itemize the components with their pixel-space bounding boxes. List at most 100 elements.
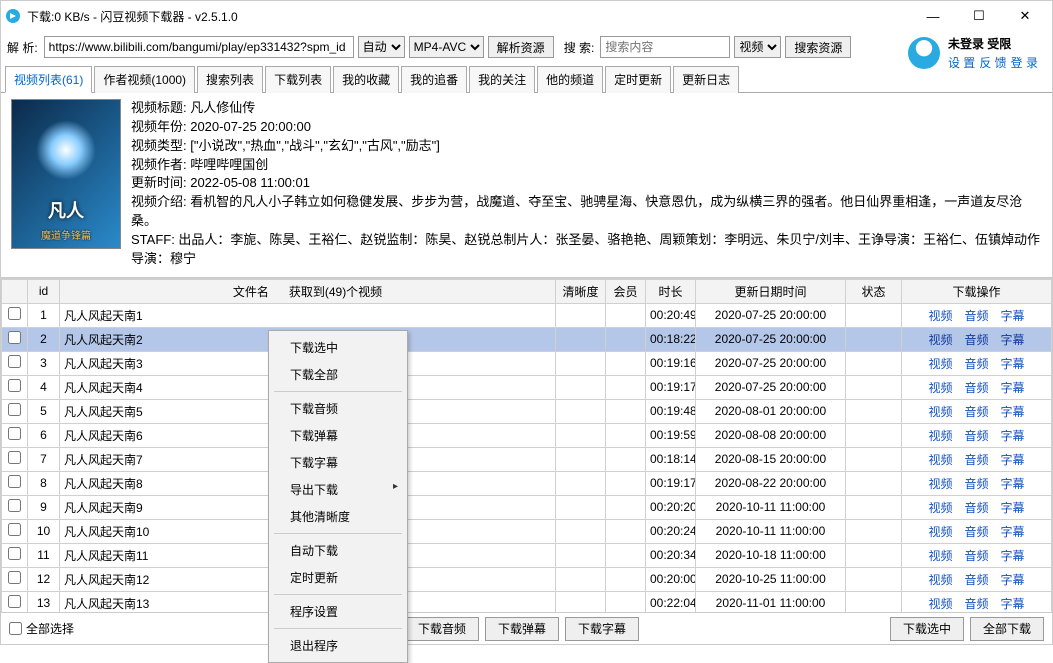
- table-row[interactable]: 6 凡人风起天南6 00:19:59 2020-08-08 20:00:00 视…: [2, 423, 1052, 447]
- search-input[interactable]: [600, 36, 730, 58]
- op-link[interactable]: 音频: [964, 549, 988, 563]
- row-checkbox[interactable]: [8, 523, 21, 536]
- op-link[interactable]: 视频: [928, 477, 952, 491]
- col-status[interactable]: 状态: [846, 279, 902, 303]
- op-link[interactable]: 视频: [928, 429, 952, 443]
- op-link[interactable]: 音频: [964, 405, 988, 419]
- op-link[interactable]: 音频: [964, 525, 988, 539]
- tab[interactable]: 视频列表(61): [5, 66, 92, 93]
- menu-item[interactable]: 下载字幕: [272, 449, 404, 476]
- table-row[interactable]: 2 凡人风起天南2 00:18:22 2020-07-25 20:00:00 视…: [2, 327, 1052, 351]
- col-update[interactable]: 更新日期时间: [696, 279, 846, 303]
- bottom-button[interactable]: 下载音频: [405, 617, 479, 641]
- op-link[interactable]: 音频: [964, 501, 988, 515]
- op-link[interactable]: 字幕: [1001, 549, 1025, 563]
- op-link[interactable]: 音频: [964, 573, 988, 587]
- url-input[interactable]: [44, 36, 354, 58]
- user-avatar-icon[interactable]: [908, 37, 940, 69]
- col-filename[interactable]: 文件名 获取到(49)个视频: [60, 279, 556, 303]
- select-all-checkbox[interactable]: 全部选择: [9, 620, 74, 637]
- table-row[interactable]: 3 凡人风起天南3 00:19:16 2020-07-25 20:00:00 视…: [2, 351, 1052, 375]
- op-link[interactable]: 音频: [964, 381, 988, 395]
- op-link[interactable]: 视频: [928, 453, 952, 467]
- op-link[interactable]: 视频: [928, 381, 952, 395]
- op-link[interactable]: 字幕: [1001, 525, 1025, 539]
- menu-item[interactable]: 程序设置: [272, 598, 404, 625]
- table-row[interactable]: 9 凡人风起天南9 00:20:20 2020-10-11 11:00:00 视…: [2, 495, 1052, 519]
- op-link[interactable]: 音频: [964, 429, 988, 443]
- row-checkbox[interactable]: [8, 379, 21, 392]
- bottom-button[interactable]: 下载选中: [890, 617, 964, 641]
- op-link[interactable]: 字幕: [1001, 357, 1025, 371]
- op-link[interactable]: 字幕: [1001, 477, 1025, 491]
- op-link[interactable]: 视频: [928, 573, 952, 587]
- op-link[interactable]: 音频: [964, 357, 988, 371]
- table-row[interactable]: 8 凡人风起天南8 00:19:17 2020-08-22 20:00:00 视…: [2, 471, 1052, 495]
- row-checkbox[interactable]: [8, 403, 21, 416]
- row-checkbox[interactable]: [8, 331, 21, 344]
- menu-item[interactable]: 下载选中: [272, 334, 404, 361]
- op-link[interactable]: 视频: [928, 357, 952, 371]
- table-row[interactable]: 11 凡人风起天南11 00:20:34 2020-10-18 11:00:00…: [2, 543, 1052, 567]
- tab[interactable]: 我的收藏: [333, 66, 399, 93]
- col-duration[interactable]: 时长: [646, 279, 696, 303]
- mode-select[interactable]: 自动: [358, 36, 405, 58]
- op-link[interactable]: 字幕: [1001, 573, 1025, 587]
- table-row[interactable]: 4 凡人风起天南4 00:19:17 2020-07-25 20:00:00 视…: [2, 375, 1052, 399]
- row-checkbox[interactable]: [8, 595, 21, 608]
- tab[interactable]: 我的追番: [401, 66, 467, 93]
- menu-item[interactable]: 退出程序: [272, 632, 404, 659]
- maximize-button[interactable]: ☐: [956, 1, 1002, 31]
- row-filename[interactable]: 凡人风起天南1: [60, 303, 556, 327]
- row-checkbox[interactable]: [8, 451, 21, 464]
- op-link[interactable]: 视频: [928, 309, 952, 323]
- row-checkbox[interactable]: [8, 547, 21, 560]
- op-link[interactable]: 字幕: [1001, 429, 1025, 443]
- op-link[interactable]: 音频: [964, 477, 988, 491]
- op-link[interactable]: 音频: [964, 333, 988, 347]
- tab[interactable]: 更新日志: [673, 66, 739, 93]
- row-checkbox[interactable]: [8, 307, 21, 320]
- op-link[interactable]: 视频: [928, 333, 952, 347]
- col-operation[interactable]: 下载操作: [902, 279, 1052, 303]
- menu-item[interactable]: 定时更新: [272, 564, 404, 591]
- op-link[interactable]: 音频: [964, 309, 988, 323]
- tab[interactable]: 作者视频(1000): [94, 66, 195, 93]
- op-link[interactable]: 字幕: [1001, 597, 1025, 611]
- op-link[interactable]: 音频: [964, 453, 988, 467]
- tab[interactable]: 搜索列表: [197, 66, 263, 93]
- op-link[interactable]: 字幕: [1001, 333, 1025, 347]
- parse-button[interactable]: 解析资源: [488, 36, 554, 58]
- col-quality[interactable]: 清晰度: [556, 279, 606, 303]
- op-link[interactable]: 视频: [928, 501, 952, 515]
- op-link[interactable]: 字幕: [1001, 501, 1025, 515]
- menu-item[interactable]: 自动下载: [272, 537, 404, 564]
- tab[interactable]: 下载列表: [265, 66, 331, 93]
- menu-item[interactable]: 下载音频: [272, 395, 404, 422]
- user-link[interactable]: 设 置: [948, 56, 975, 70]
- tab[interactable]: 定时更新: [605, 66, 671, 93]
- table-row[interactable]: 13 凡人风起天南13 00:22:04 2020-11-01 11:00:00…: [2, 591, 1052, 612]
- menu-item[interactable]: 其他清晰度: [272, 503, 404, 530]
- table-row[interactable]: 1 凡人风起天南1 00:20:49 2020-07-25 20:00:00 视…: [2, 303, 1052, 327]
- col-vip[interactable]: 会员: [606, 279, 646, 303]
- row-checkbox[interactable]: [8, 475, 21, 488]
- search-type-select[interactable]: 视频: [734, 36, 781, 58]
- menu-item[interactable]: 下载弹幕: [272, 422, 404, 449]
- op-link[interactable]: 字幕: [1001, 381, 1025, 395]
- op-link[interactable]: 视频: [928, 405, 952, 419]
- bottom-button[interactable]: 全部下载: [970, 617, 1044, 641]
- tab[interactable]: 他的频道: [537, 66, 603, 93]
- row-checkbox[interactable]: [8, 499, 21, 512]
- table-row[interactable]: 5 凡人风起天南5 00:19:48 2020-08-01 20:00:00 视…: [2, 399, 1052, 423]
- menu-item[interactable]: 导出下载: [272, 476, 404, 503]
- op-link[interactable]: 字幕: [1001, 453, 1025, 467]
- op-link[interactable]: 字幕: [1001, 309, 1025, 323]
- table-row[interactable]: 10 凡人风起天南10 00:20:24 2020-10-11 11:00:00…: [2, 519, 1052, 543]
- op-link[interactable]: 音频: [964, 597, 988, 611]
- col-checkbox[interactable]: [2, 279, 28, 303]
- bottom-button[interactable]: 下载弹幕: [485, 617, 559, 641]
- user-link[interactable]: 登 录: [1011, 56, 1038, 70]
- close-button[interactable]: ✕: [1002, 1, 1048, 31]
- op-link[interactable]: 字幕: [1001, 405, 1025, 419]
